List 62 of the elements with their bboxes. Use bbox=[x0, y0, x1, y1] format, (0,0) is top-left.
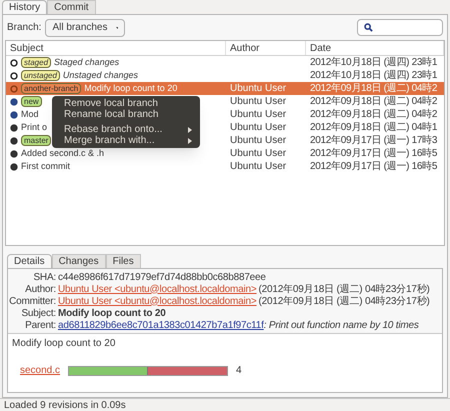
ref-tag: another-branch bbox=[21, 83, 82, 94]
commit-subject: Added second.c & .h bbox=[21, 146, 104, 160]
field-link[interactable]: Ubuntu User <ubuntu@localhost.localdomain> bbox=[58, 282, 257, 296]
field-label: Author: bbox=[24, 282, 57, 296]
graph-node-icon bbox=[10, 150, 18, 158]
author-cell: Ubuntu User bbox=[230, 83, 286, 94]
tab[interactable]: Changes bbox=[52, 254, 106, 268]
field-value: (2012年09月18日 (週二) 04時23分17秒) bbox=[258, 282, 430, 294]
column-header[interactable]: Author bbox=[226, 41, 306, 55]
author-cell: Ubuntu User bbox=[230, 122, 286, 133]
field-value: Modify loop count to 20 bbox=[58, 306, 166, 320]
field-label: Parent: bbox=[24, 318, 57, 332]
menu-item[interactable]: Rebase branch onto... bbox=[52, 124, 200, 135]
tab[interactable]: Details bbox=[7, 254, 52, 268]
author-cell: Ubuntu User bbox=[230, 96, 286, 107]
field-label: SHA: bbox=[32, 270, 57, 284]
branch-dropdown[interactable]: All branches bbox=[45, 18, 126, 36]
field-value: c44e8986f617d71979ef7d74d88bb0c68b887eee bbox=[58, 270, 266, 284]
field-link[interactable]: ad6811829b6ee8c701a1383c01427b7a1f97c11f bbox=[58, 318, 264, 332]
graph-node-icon bbox=[10, 110, 18, 118]
author-cell: Ubuntu User bbox=[230, 135, 286, 146]
ref-tag: staged bbox=[21, 57, 52, 68]
commit-subject: Print o bbox=[21, 120, 48, 134]
field-label: Subject: bbox=[20, 306, 57, 320]
caret-icon bbox=[116, 26, 118, 30]
branch-label: Branch: bbox=[7, 21, 42, 35]
commit-subject: Modify loop count to 20 bbox=[84, 82, 178, 95]
status-bar-text: Loaded 9 revisions in 0.09s bbox=[4, 398, 126, 411]
commit-subject: First commit bbox=[21, 160, 70, 173]
author-cell: Ubuntu User bbox=[230, 161, 286, 172]
graph-node-icon bbox=[10, 72, 18, 80]
graph-node-icon bbox=[10, 98, 18, 106]
menu-item[interactable]: Merge branch with... bbox=[52, 135, 200, 146]
menu-item[interactable]: Rename local branch bbox=[52, 109, 200, 120]
graph-node-icon bbox=[10, 84, 18, 92]
ref-tag: unstaged bbox=[21, 70, 60, 81]
commit-subject: Mod bbox=[21, 108, 39, 121]
tab[interactable]: Commit bbox=[47, 0, 96, 14]
ref-tag: master bbox=[21, 135, 52, 146]
author-cell: Ubuntu User bbox=[230, 148, 286, 159]
file-link[interactable]: second.c bbox=[20, 363, 60, 378]
field-value: : Print out function name by 10 times bbox=[264, 318, 419, 332]
graph-node-icon bbox=[10, 162, 18, 170]
commit-subject: Staged changes bbox=[54, 56, 120, 69]
graph-node-icon bbox=[10, 136, 18, 144]
commit-subject: Unstaged changes bbox=[62, 68, 138, 82]
graph-node-icon bbox=[10, 58, 18, 66]
field-value: (2012年09月18日 (週二) 04時23分17秒) bbox=[258, 294, 430, 308]
field-link[interactable]: Ubuntu User <ubuntu@localhost.localdomain> bbox=[58, 294, 257, 308]
tab[interactable]: History bbox=[2, 0, 48, 14]
column-header[interactable]: Date bbox=[306, 41, 444, 55]
column-header[interactable]: Subject bbox=[6, 41, 226, 55]
tab[interactable]: Files bbox=[106, 254, 141, 268]
change-count: 4 bbox=[236, 364, 242, 378]
menu-item[interactable]: Remove local branch bbox=[52, 98, 200, 109]
commit-message: Modify loop count to 20 bbox=[12, 337, 116, 351]
search-icon bbox=[364, 23, 373, 32]
search-field[interactable] bbox=[357, 19, 443, 36]
graph-node-icon bbox=[10, 124, 18, 132]
ref-tag: new bbox=[21, 96, 42, 107]
author-cell: Ubuntu User bbox=[230, 109, 286, 120]
field-label: Committer: bbox=[8, 294, 57, 308]
